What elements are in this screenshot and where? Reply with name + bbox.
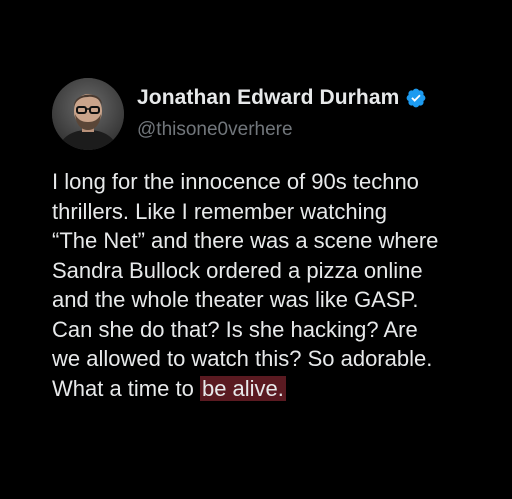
- author-display-name[interactable]: Jonathan Edward Durham: [137, 86, 399, 110]
- tweet-text-line: and the whole theater was like GASP.: [52, 287, 419, 312]
- tweet-text-plain-segment: What a time to: [52, 375, 200, 401]
- avatar[interactable]: [52, 78, 124, 150]
- tweet-card: Jonathan Edward Durham @thisone0verhere …: [0, 0, 512, 499]
- tweet-text-last-line: What a time to be alive.: [52, 374, 502, 404]
- highlighted-text: be alive.: [199, 375, 286, 401]
- profile-photo-icon: [52, 78, 124, 150]
- author-handle[interactable]: @thisone0verhere: [137, 119, 293, 141]
- tweet-text-line: I long for the innocence of 90s techno: [52, 169, 419, 194]
- verified-badge-icon: [407, 88, 426, 108]
- tweet-text-line: Sandra Bullock ordered a pizza online: [52, 257, 423, 283]
- tweet-text-line: we allowed to watch this? So adorable.: [52, 346, 433, 371]
- tweet-text: I long for the innocence of 90s techno t…: [52, 167, 502, 403]
- tweet-text-line: thrillers. Like I remember watching: [52, 198, 388, 224]
- author-name-row[interactable]: Jonathan Edward Durham: [137, 86, 427, 110]
- tweet-text-line: Can she do that? Is she hacking? Are: [52, 316, 418, 342]
- tweet-text-line: “The Net” and there was a scene where: [52, 228, 439, 253]
